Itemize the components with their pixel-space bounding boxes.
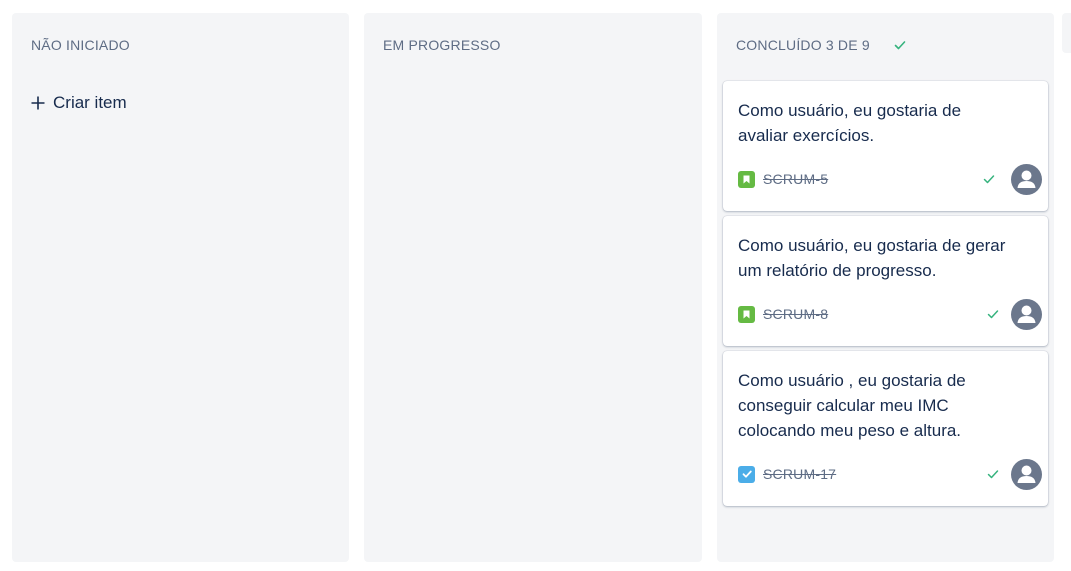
column-header-in-progress: EM PROGRESSO <box>383 37 501 53</box>
story-bookmark-icon <box>738 170 755 188</box>
column-title: EM PROGRESSO <box>383 37 501 53</box>
column-done: CONCLUÍDO 3 DE 9 Como usuário, eu gostar… <box>717 13 1054 562</box>
issue-card[interactable]: Como usuário , eu gostaria de conseguir … <box>723 351 1048 506</box>
column-title: NÃO INICIADO <box>31 37 130 53</box>
check-icon <box>982 172 996 186</box>
card-footer: SCRUM-17 <box>738 457 1042 491</box>
default-avatar-icon[interactable] <box>1011 458 1042 490</box>
create-item-button[interactable]: Criar item <box>30 93 127 113</box>
default-avatar-icon[interactable] <box>1011 163 1042 195</box>
card-title: Como usuário , eu gostaria de conseguir … <box>738 371 966 440</box>
column-title: CONCLUÍDO <box>736 37 822 53</box>
issue-key[interactable]: SCRUM-17 <box>763 466 836 482</box>
card-footer: SCRUM-8 <box>738 297 1042 331</box>
story-bookmark-icon <box>738 305 755 323</box>
card-footer: SCRUM-5 <box>738 162 1042 196</box>
card-title: Como usuário, eu gostaria de avaliar exe… <box>738 101 962 145</box>
check-icon <box>986 467 1000 481</box>
card-title: Como usuário, eu gostaria de gerar um re… <box>738 236 1006 280</box>
issue-card[interactable]: Como usuário, eu gostaria de avaliar exe… <box>723 81 1048 211</box>
column-header-not-started: NÃO INICIADO <box>31 37 130 53</box>
column-partial <box>1062 13 1071 53</box>
default-avatar-icon[interactable] <box>1011 298 1042 330</box>
column-in-progress: EM PROGRESSO <box>364 13 702 562</box>
issue-key[interactable]: SCRUM-5 <box>763 171 828 187</box>
column-header-done: CONCLUÍDO 3 DE 9 <box>736 37 907 53</box>
column-count: 3 DE 9 <box>825 37 870 53</box>
kanban-board: NÃO INICIADO Criar item EM PROGRESSO CON… <box>0 0 1071 571</box>
check-icon <box>986 307 1000 321</box>
issue-key[interactable]: SCRUM-8 <box>763 306 828 322</box>
plus-icon <box>30 95 46 111</box>
create-item-label: Criar item <box>53 93 127 112</box>
task-checkbox-icon <box>738 465 755 483</box>
column-not-started: NÃO INICIADO Criar item <box>12 13 349 562</box>
issue-card[interactable]: Como usuário, eu gostaria de gerar um re… <box>723 216 1048 346</box>
check-icon <box>893 38 907 52</box>
